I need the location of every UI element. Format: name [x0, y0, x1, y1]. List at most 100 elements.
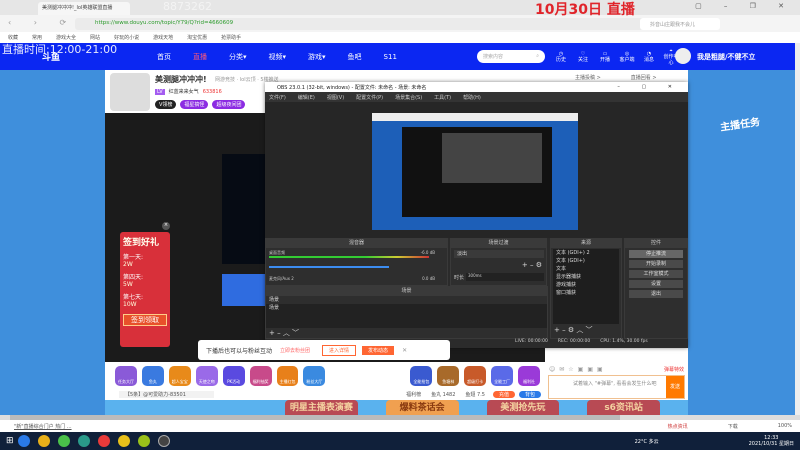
obs-icon[interactable] — [157, 435, 170, 447]
browser-search-input[interactable]: 抖音山庄跟我不会儿 — [640, 18, 720, 30]
weather[interactable]: 22°C 多云 — [635, 438, 659, 445]
post-button[interactable]: 发布动态 — [362, 345, 395, 355]
video-thumbnail[interactable] — [222, 154, 267, 264]
hot-news[interactable]: 热点资讯 — [668, 423, 688, 430]
volume-slider[interactable] — [269, 266, 389, 268]
nav-games[interactable]: 游戏▾ — [308, 52, 326, 62]
bookmark[interactable]: 游戏大全 — [56, 34, 76, 41]
heart-icon[interactable]: ♡ 关注 — [574, 51, 592, 63]
danmu-effect[interactable]: 弹幕特效 — [664, 366, 684, 373]
promo-thumbnail[interactable] — [222, 274, 267, 306]
scene-controls[interactable]: + – ︿ ﹀ — [266, 328, 547, 338]
clock-icon[interactable]: ◷ 历史 — [552, 51, 570, 63]
activity-item[interactable]: 福利社 — [518, 365, 540, 386]
menu-help[interactable]: 帮助(H) — [463, 94, 481, 101]
source-item[interactable]: 文本 (GDI+) 2 — [553, 249, 619, 257]
window-controls[interactable]: – ▢ ✕ — [617, 84, 682, 90]
activity-item[interactable]: 鱼塘林 — [437, 365, 460, 386]
stop-streaming-button[interactable]: 停止推流 — [629, 250, 683, 258]
chat-tools[interactable]: ☺✉☆▣▣▣ — [549, 366, 607, 373]
bookmark[interactable]: 抢票助手 — [221, 34, 241, 41]
banner[interactable]: 明星主播表演赛 — [285, 400, 358, 415]
transition-select[interactable]: 淡出 — [454, 250, 544, 258]
activity-item[interactable]: 粉丝大厅 — [303, 365, 326, 386]
site-search-input[interactable]: 搜索内容 ⌕ — [477, 50, 545, 63]
duration-input[interactable]: 300ms — [466, 273, 544, 281]
activity-item[interactable]: 超级打卡 — [464, 365, 487, 386]
send-button[interactable]: 发送 — [666, 376, 684, 398]
source-controls[interactable]: + – ⚙ ︿ ﹀ — [551, 325, 621, 335]
menu-file[interactable]: 文件(F) — [269, 94, 286, 101]
menu-edit[interactable]: 编辑(E) — [298, 94, 315, 101]
nav-live[interactable]: 直播 — [193, 52, 207, 62]
recharge-button[interactable]: 充值 — [492, 391, 515, 398]
menu-view[interactable]: 视图(V) — [327, 94, 344, 101]
bookmark[interactable]: 常用 — [32, 34, 42, 41]
activity-item[interactable]: 超人宝宝 — [168, 365, 191, 386]
settings-button[interactable]: 设置 — [629, 280, 683, 288]
nav-home[interactable]: 首页 — [157, 52, 171, 62]
activity-item[interactable]: 主播红包 — [276, 365, 299, 386]
exit-button[interactable]: 退出 — [629, 290, 683, 298]
folder-icon[interactable] — [37, 435, 50, 447]
camera-icon[interactable]: ▭ 开播 — [596, 51, 614, 63]
details-button[interactable]: 进入详情 — [322, 344, 357, 356]
chat-input[interactable]: 试着输入 "#弹幕", 看看会发生什么吧 发送 — [548, 375, 685, 399]
anchor-board-link[interactable]: 主播投稿 > — [575, 74, 601, 81]
activity-item[interactable]: 全能工厂 — [491, 365, 514, 386]
signin-button[interactable]: 签到领取 — [123, 314, 167, 326]
bookmark[interactable]: 淘宝优惠 — [187, 34, 207, 41]
app-icon[interactable] — [97, 435, 110, 447]
replay-link[interactable]: 直播回看 > — [631, 74, 657, 81]
start-icon[interactable]: ⊞ — [6, 436, 14, 446]
tag[interactable]: V领榜 — [155, 100, 177, 109]
message-ticker[interactable]: 【5条】@可爱助力-83501 — [119, 391, 214, 398]
anchor-task-badge[interactable]: 主播任务 — [719, 112, 775, 164]
download-icon[interactable]: ◎ 客户端 — [618, 51, 636, 63]
bag-button[interactable]: 背包 — [518, 391, 541, 398]
menu-profile[interactable]: 配置文件(P) — [356, 94, 383, 101]
source-item[interactable]: 文本 — [553, 265, 619, 273]
activity-item[interactable]: 福利抽奖 — [249, 365, 272, 386]
activity-item[interactable]: 全能抢包 — [410, 365, 433, 386]
nav-yuba[interactable]: 鱼吧 — [348, 52, 362, 62]
banner[interactable]: 美测抢先玩 — [486, 400, 560, 415]
add-remove-icons[interactable]: + – ⚙ — [522, 261, 542, 269]
studio-mode-button[interactable]: 工作室模式 — [629, 270, 683, 278]
close-icon[interactable]: × — [162, 222, 170, 230]
close-icon[interactable]: ✕ — [402, 347, 407, 354]
app-icon[interactable] — [137, 435, 150, 447]
zoom-level[interactable]: 100% — [778, 423, 792, 429]
bookmark[interactable]: 网站 — [90, 34, 100, 41]
banner[interactable]: s6资讯站 — [587, 400, 660, 415]
activity-item[interactable]: 任务大厅 — [115, 365, 137, 386]
anchor-avatar[interactable] — [110, 73, 150, 111]
vertical-scrollbar[interactable] — [795, 43, 800, 415]
activity-item[interactable]: 天使之吻 — [195, 365, 218, 386]
activity-item[interactable]: PK活动 — [222, 365, 245, 386]
activity-item[interactable]: 鱼丸 — [141, 365, 164, 386]
window-controls[interactable]: ▢ – ❐ ✕ — [695, 2, 794, 10]
rank-link[interactable]: 福利榜 — [406, 391, 421, 398]
menu-scene-collection[interactable]: 场景集合(S) — [395, 94, 422, 101]
download-button[interactable]: 下载 — [728, 423, 738, 430]
browser-tab[interactable]: 美测腿冲冲冲!_lol英雄联盟直播 — [38, 2, 130, 15]
source-item[interactable]: 显示器捕获 — [553, 273, 619, 281]
fan-group-link[interactable]: 立即去粉丝团 — [280, 347, 310, 354]
source-item[interactable]: 文本 (GDI+) — [553, 257, 619, 265]
banner[interactable]: 爆料茶话会 — [385, 400, 459, 415]
menu-tools[interactable]: 工具(T) — [434, 94, 451, 101]
browser-icon[interactable] — [57, 435, 70, 447]
bookmark[interactable]: 游戏天地 — [153, 34, 173, 41]
bookmark[interactable]: 好玩的小说 — [114, 34, 139, 41]
status-link[interactable]: "新"直播综合门户 热门 ... — [14, 423, 72, 430]
source-item[interactable]: 窗口捕获 — [553, 289, 619, 297]
start-recording-button[interactable]: 开始录制 — [629, 260, 683, 268]
user-avatar[interactable] — [675, 48, 691, 64]
app-icon[interactable] — [117, 435, 130, 447]
url-input[interactable]: https://www.douyu.com/topic/Y79/Q?rid=46… — [75, 18, 715, 30]
tag[interactable]: 超级夜间团 — [212, 100, 246, 109]
nav-category[interactable]: 分类▾ — [229, 52, 247, 62]
bell-icon[interactable]: ◔ 消息 — [640, 51, 658, 63]
bookmark[interactable]: 收藏 — [8, 34, 18, 41]
